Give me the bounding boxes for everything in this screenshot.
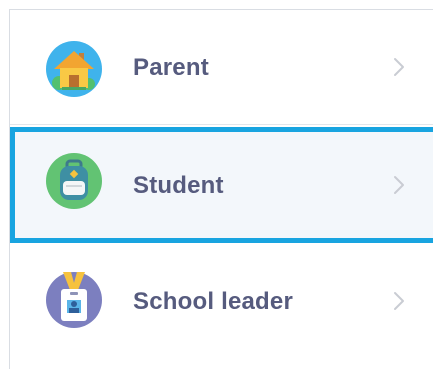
role-option-school-leader[interactable]: School leader <box>10 244 433 354</box>
chevron-right-icon <box>394 292 404 310</box>
role-label: Parent <box>133 54 209 81</box>
role-label: Student <box>133 172 224 199</box>
chevron-right-icon <box>394 176 404 194</box>
house-icon <box>46 41 102 97</box>
role-option-student[interactable]: Student <box>10 127 433 243</box>
role-option-parent[interactable]: Parent <box>10 15 433 125</box>
id-badge-icon <box>46 272 102 328</box>
role-label: School leader <box>133 288 293 315</box>
chevron-right-icon <box>394 58 404 76</box>
backpack-icon <box>46 153 102 209</box>
